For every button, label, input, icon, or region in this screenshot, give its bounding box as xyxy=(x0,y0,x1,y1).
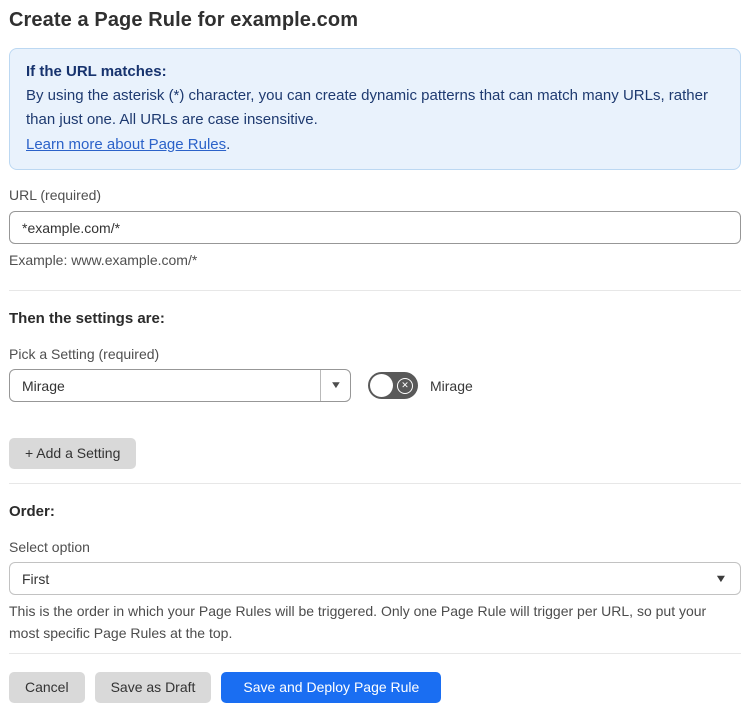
divider xyxy=(9,653,741,654)
toggle-knob xyxy=(370,374,393,397)
url-field-label: URL (required) xyxy=(9,187,102,203)
save-and-deploy-button[interactable]: Save and Deploy Page Rule xyxy=(221,672,442,703)
add-setting-button[interactable]: + Add a Setting xyxy=(9,438,137,469)
order-select-value: First xyxy=(22,570,50,587)
pick-setting-label: Pick a Setting (required) xyxy=(9,346,160,362)
setting-select[interactable]: Mirage ▼ xyxy=(9,369,351,402)
settings-section-heading: Then the settings are: xyxy=(9,310,165,327)
divider xyxy=(9,483,741,484)
chevron-down-icon: ▼ xyxy=(329,380,342,391)
url-input[interactable] xyxy=(9,211,741,244)
toggle-off-x-icon: ✕ xyxy=(397,377,413,394)
mirage-toggle[interactable]: ✕ xyxy=(368,372,418,399)
setting-select-arrow-cell[interactable]: ▼ xyxy=(320,370,350,401)
page-title: Create a Page Rule for example.com xyxy=(9,9,359,31)
cancel-button[interactable]: Cancel xyxy=(9,672,85,703)
divider xyxy=(9,290,741,291)
footer-actions: Cancel Save as Draft Save and Deploy Pag… xyxy=(9,672,741,703)
create-page-rule-form: Create a Page Rule for example.com If th… xyxy=(0,0,750,713)
chevron-down-icon: ▼ xyxy=(714,572,728,585)
link-suffix: . xyxy=(226,136,231,153)
learn-more-link[interactable]: Learn more about Page Rules xyxy=(26,136,226,153)
url-match-info-box: If the URL matches: By using the asteris… xyxy=(9,48,741,170)
order-helper-text: This is the order in which your Page Rul… xyxy=(9,603,707,641)
info-box-body: By using the asterisk (*) character, you… xyxy=(26,87,708,128)
order-section-heading: Order: xyxy=(9,503,55,520)
info-box-heading: If the URL matches: xyxy=(26,63,167,80)
order-select-label: Select option xyxy=(9,539,90,555)
setting-select-value: Mirage xyxy=(22,377,65,394)
url-example-helper: Example: www.example.com/* xyxy=(9,252,198,268)
toggle-setting-label: Mirage xyxy=(430,377,473,394)
setting-row: Mirage ▼ ✕ Mirage xyxy=(9,369,741,402)
save-as-draft-button[interactable]: Save as Draft xyxy=(94,672,212,703)
order-select[interactable]: First ▼ xyxy=(9,562,741,595)
info-link-line: Learn more about Page Rules. xyxy=(26,132,724,157)
